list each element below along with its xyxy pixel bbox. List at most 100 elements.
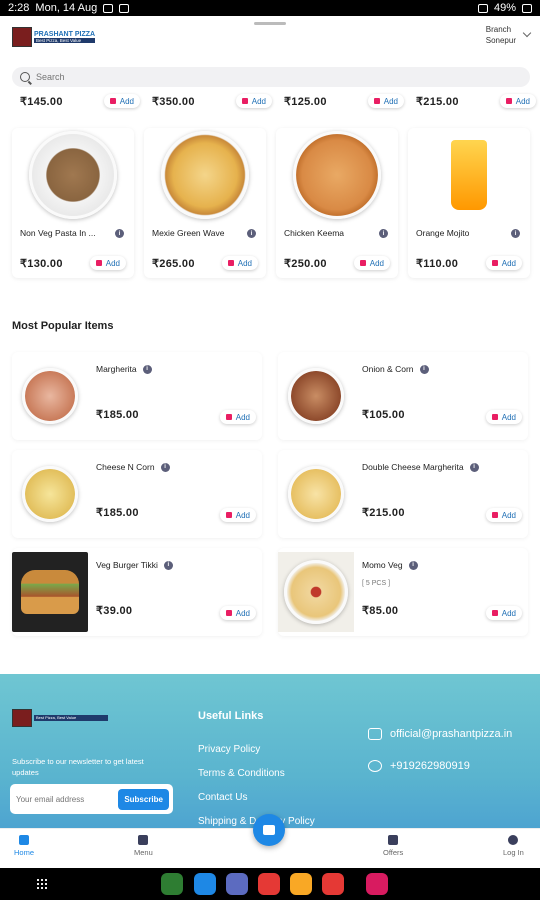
product-image <box>416 130 522 220</box>
files-app-icon[interactable] <box>290 873 312 895</box>
drag-handle[interactable] <box>254 22 286 25</box>
brand-logo[interactable]: PRASHANT PIZZA Best Pizza, Best Value <box>12 26 98 48</box>
messages-app-icon[interactable] <box>194 873 216 895</box>
bag-icon <box>109 98 116 104</box>
notification-icon <box>103 3 114 13</box>
phone-app-icon[interactable] <box>161 873 183 895</box>
popular-item[interactable]: Onion & Corn i ₹105.00 Add <box>278 352 528 440</box>
info-icon[interactable]: i <box>469 462 479 472</box>
bag-icon <box>227 260 234 266</box>
add-button[interactable]: Add <box>221 256 258 270</box>
nav-login[interactable]: Log In <box>503 835 524 857</box>
bag-icon <box>359 260 366 266</box>
contact-phone[interactable]: +919262980919 <box>368 760 470 772</box>
product-price-row: ₹215.00 Add <box>416 94 536 108</box>
info-icon[interactable]: i <box>160 462 170 472</box>
drink-image <box>451 140 487 210</box>
nav-offers[interactable]: Offers <box>383 835 403 857</box>
product-name: Non Veg Pasta In ... <box>20 228 96 238</box>
bag-icon <box>491 260 498 266</box>
mail-icon <box>368 728 382 740</box>
add-button[interactable]: Add <box>219 508 256 522</box>
product-card[interactable]: Chicken Keema i ₹250.00 Add <box>276 128 398 278</box>
section-title: Most Popular Items <box>12 320 114 332</box>
app-header: PRASHANT PIZZA Best Pizza, Best Value Br… <box>0 16 540 62</box>
product-name: Margherita <box>96 364 137 374</box>
popular-item[interactable]: Momo Veg i [ 5 PCS ] ₹85.00 Add <box>278 548 528 636</box>
product-card[interactable]: Mexie Green Wave i ₹265.00 Add <box>144 128 266 278</box>
app-icon[interactable] <box>226 873 248 895</box>
subscribe-button[interactable]: Subscribe <box>118 788 169 810</box>
info-icon[interactable]: i <box>115 229 124 238</box>
info-icon[interactable]: i <box>163 560 173 570</box>
footer-link-terms[interactable]: Terms & Conditions <box>198 768 285 779</box>
search-input[interactable] <box>36 72 436 82</box>
nav-menu[interactable]: Menu <box>134 835 153 857</box>
info-icon[interactable]: i <box>408 560 418 570</box>
info-icon[interactable]: i <box>247 229 256 238</box>
product-subtitle: [ 5 PCS ] <box>362 580 391 587</box>
product-price-row: ₹350.00 Add <box>152 94 272 108</box>
add-button[interactable]: Add <box>485 410 522 424</box>
add-button[interactable]: Add <box>219 410 256 424</box>
headset-icon <box>368 760 382 772</box>
nav-home-label: Home <box>14 848 35 857</box>
info-icon[interactable]: i <box>379 229 388 238</box>
add-label: Add <box>251 96 266 106</box>
add-button[interactable]: Add <box>235 94 272 108</box>
product-price: ₹250.00 <box>284 257 327 270</box>
app-icon[interactable] <box>322 873 344 895</box>
product-card[interactable]: Orange Mojito i ₹110.00 Add <box>408 128 530 278</box>
pizza-image <box>288 466 344 522</box>
add-button[interactable]: Add <box>89 256 126 270</box>
useful-links-title: Useful Links <box>198 710 264 722</box>
contact-email[interactable]: official@prashantpizza.in <box>368 728 512 740</box>
popular-item[interactable]: Cheese N Corn i ₹185.00 Add <box>12 450 262 538</box>
bag-icon <box>491 512 498 518</box>
app-icon[interactable] <box>366 873 388 895</box>
footer-logo: Best Pizza, Best Value <box>12 708 108 728</box>
nav-home[interactable]: Home <box>14 835 34 857</box>
nav-offers-label: Offers <box>383 848 404 857</box>
popular-item[interactable]: Margherita i ₹185.00 Add <box>12 352 262 440</box>
main-content[interactable]: ₹145.00 Add ₹350.00 Add ₹125.00 Add ₹215… <box>0 90 540 828</box>
branch-selector[interactable]: Branch Sonepur <box>485 24 532 46</box>
add-button[interactable]: Add <box>499 94 536 108</box>
info-icon[interactable]: i <box>511 229 520 238</box>
add-button[interactable]: Add <box>353 256 390 270</box>
product-price: ₹105.00 <box>362 409 405 421</box>
add-button[interactable]: Add <box>103 94 140 108</box>
add-label: Add <box>501 412 516 422</box>
product-name: Chicken Keema <box>284 228 345 238</box>
branch-value: Sonepur <box>485 36 516 45</box>
cart-button[interactable] <box>253 814 285 846</box>
add-label: Add <box>501 258 516 268</box>
footer-link-contact[interactable]: Contact Us <box>198 792 247 803</box>
footer-link-privacy[interactable]: Privacy Policy <box>198 744 260 755</box>
search-bar[interactable] <box>12 67 530 87</box>
product-image <box>12 552 88 632</box>
popular-item[interactable]: Veg Burger Tikki i ₹39.00 Add <box>12 548 262 636</box>
youtube-app-icon[interactable] <box>258 873 280 895</box>
product-card[interactable]: Non Veg Pasta In ... i ₹130.00 Add <box>12 128 134 278</box>
add-button[interactable]: Add <box>485 606 522 620</box>
popular-item[interactable]: Double Cheese Margherita i ₹215.00 Add <box>278 450 528 538</box>
add-button[interactable]: Add <box>219 606 256 620</box>
previous-row: ₹145.00 Add ₹350.00 Add ₹125.00 Add ₹215… <box>0 94 540 110</box>
info-icon[interactable]: i <box>142 364 152 374</box>
bag-icon <box>225 414 232 420</box>
add-button[interactable]: Add <box>485 256 522 270</box>
product-price-row: ₹125.00 Add <box>284 94 404 108</box>
add-label: Add <box>235 608 250 618</box>
email-field[interactable] <box>16 794 116 804</box>
apps-grid-icon[interactable] <box>36 878 48 890</box>
product-image <box>20 130 126 220</box>
system-taskbar <box>0 868 540 900</box>
product-price: ₹215.00 <box>362 507 405 519</box>
product-image <box>284 130 390 220</box>
product-name: Double Cheese Margherita <box>362 462 464 472</box>
add-button[interactable]: Add <box>367 94 404 108</box>
cart-icon <box>263 825 275 835</box>
info-icon[interactable]: i <box>419 364 429 374</box>
add-button[interactable]: Add <box>485 508 522 522</box>
